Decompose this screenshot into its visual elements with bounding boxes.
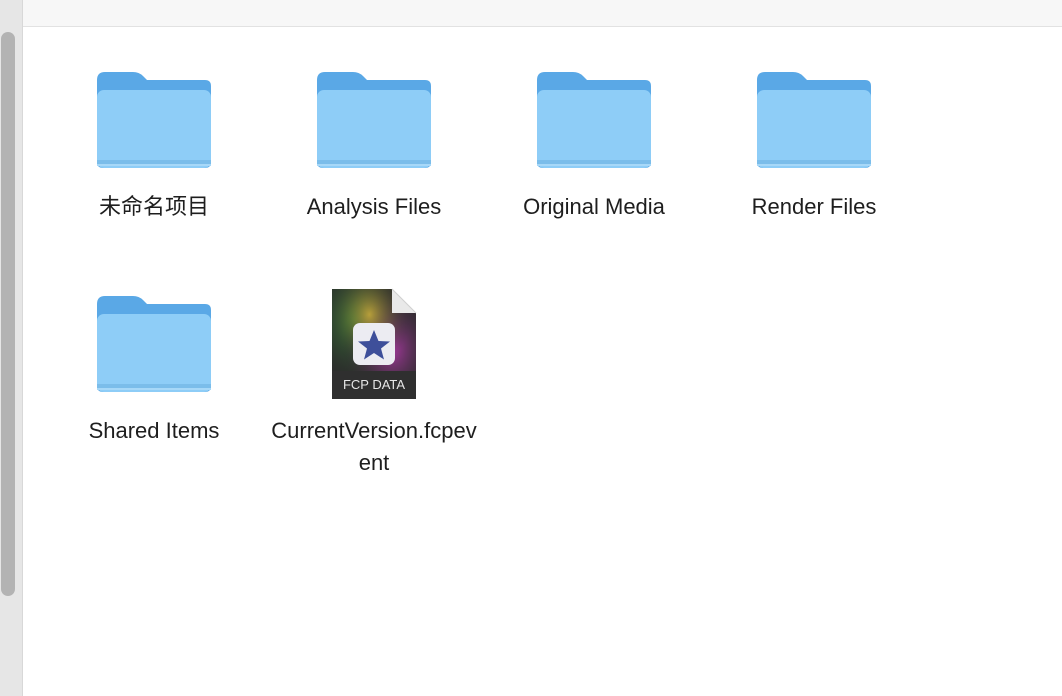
icon-grid: 未命名项目 Analysis Files Original Media Rend…: [23, 27, 1062, 696]
file-name: Render Files: [751, 194, 877, 219]
file-name: 未命名项目: [98, 194, 209, 219]
file-item-analysis-files[interactable]: Analysis Files: [264, 55, 484, 223]
folder-icon: [264, 55, 484, 185]
file-item-current-version[interactable]: FCP DATA CurrentVersion.fcpevent: [264, 279, 484, 479]
file-name: Analysis Files: [306, 194, 442, 219]
file-name: Shared Items: [88, 418, 220, 443]
folder-icon: [44, 279, 264, 409]
file-item-render-files[interactable]: Render Files: [704, 55, 924, 223]
file-item-original-media[interactable]: Original Media: [484, 55, 704, 223]
finder-window: 未命名项目 Analysis Files Original Media Rend…: [0, 0, 1062, 696]
file-item-shared-items[interactable]: Shared Items: [44, 279, 264, 447]
sidebar-scrollbar[interactable]: [1, 32, 15, 596]
file-item-unnamed-project[interactable]: 未命名项目: [44, 55, 264, 223]
fcp-data-file-icon: FCP DATA: [264, 279, 484, 409]
sidebar-edge: [0, 0, 23, 696]
toolbar-strip: [23, 0, 1062, 27]
file-name: Original Media: [523, 194, 665, 219]
folder-icon: [484, 55, 704, 185]
folder-icon: [704, 55, 924, 185]
file-name: CurrentVersion.fcpevent: [271, 418, 477, 475]
fcp-data-badge: FCP DATA: [343, 377, 405, 392]
folder-icon: [44, 55, 264, 185]
